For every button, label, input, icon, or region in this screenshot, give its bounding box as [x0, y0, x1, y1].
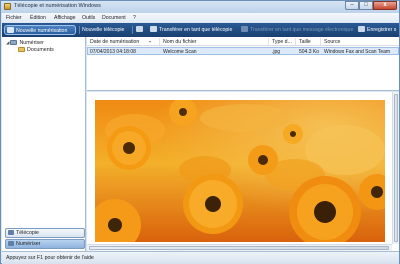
cell-filename: Welcome Scan — [163, 49, 197, 55]
cell-date: 07/04/2013 04:18:08 — [90, 49, 136, 55]
status-text: Appuyez sur F1 pour obtenir de l'aide — [6, 255, 94, 261]
scanner-icon — [7, 27, 14, 33]
cell-source: Windows Fax and Scan Team — [324, 49, 391, 55]
new-scan-button[interactable]: Nouvelle numérisation — [4, 25, 76, 35]
column-divider[interactable] — [295, 38, 296, 45]
tab-scan-label: Numériser — [16, 241, 41, 247]
column-header-type[interactable]: Type d... — [272, 39, 292, 45]
table-row[interactable]: 07/04/2013 04:18:08 Welcome Scan .jpg 50… — [87, 47, 399, 55]
toolbar-separator — [79, 26, 80, 34]
preview-image — [95, 100, 385, 242]
scan-folder-icon — [10, 40, 18, 45]
vertical-scrollbar[interactable] — [392, 92, 399, 244]
forward-as-fax-label: Transférer en tant que télécopie — [159, 27, 233, 33]
scrollbar-thumb[interactable] — [394, 94, 398, 242]
tab-fax-label: Télécopie — [16, 230, 39, 236]
scrollbar-thumb[interactable] — [89, 246, 389, 250]
print-button[interactable] — [136, 25, 145, 35]
horizontal-scrollbar[interactable] — [87, 244, 392, 251]
flower-photo — [95, 100, 385, 242]
app-window: Télécopie et numérisation Windows – □ x … — [0, 0, 400, 264]
column-divider[interactable] — [268, 38, 269, 45]
list-header: Date de numérisation ▾ Nom du fichier Ty… — [87, 37, 399, 46]
email-forward-icon — [241, 26, 248, 32]
column-header-date[interactable]: Date de numérisation — [90, 39, 139, 45]
column-divider[interactable] — [159, 38, 160, 45]
maximize-button[interactable]: □ — [359, 1, 373, 10]
column-header-source[interactable]: Source — [324, 39, 340, 45]
column-header-size[interactable]: Taille — [299, 39, 311, 45]
collapse-arrow-icon[interactable]: ◢ — [6, 40, 9, 46]
tree-item-scan-label: Numériser — [19, 40, 44, 46]
scanner-icon — [8, 241, 14, 246]
save-icon — [358, 26, 365, 32]
cell-size: 504.3 Ko — [299, 49, 320, 55]
forward-as-email-button[interactable]: Transférer en tant que message électroni… — [241, 25, 353, 35]
save-as-label: Enregistrer s — [367, 27, 397, 33]
menu-file[interactable]: Fichier — [6, 15, 22, 21]
menu-tools[interactable]: Outils — [82, 15, 95, 21]
new-fax-button[interactable]: Nouvelle télécopie — [82, 25, 124, 35]
toolbar-separator — [132, 26, 133, 34]
menu-bar: Fichier Édition Affichage Outils Documen… — [2, 13, 399, 22]
tree-item-documents-label: Documents — [27, 47, 54, 53]
tab-scan[interactable]: Numériser — [5, 239, 85, 249]
scan-list: Date de numérisation ▾ Nom du fichier Ty… — [87, 37, 399, 91]
sort-arrow-icon: ▾ — [149, 39, 152, 44]
column-divider[interactable] — [320, 38, 321, 45]
save-as-button[interactable]: Enregistrer s — [358, 25, 396, 35]
fax-icon — [8, 230, 14, 235]
mode-tabs: Télécopie Numériser — [2, 227, 86, 251]
cell-type: .jpg — [272, 49, 281, 55]
fax-forward-icon — [150, 26, 157, 32]
folder-icon — [18, 47, 25, 52]
menu-edit[interactable]: Édition — [30, 15, 46, 21]
title-bar[interactable]: Télécopie et numérisation Windows – □ x — [1, 1, 399, 13]
new-scan-label: Nouvelle numérisation — [16, 28, 68, 34]
forward-as-email-label: Transférer en tant que message électroni… — [250, 27, 354, 33]
tab-fax[interactable]: Télécopie — [5, 228, 85, 238]
printer-icon — [136, 26, 143, 32]
fax-scan-app-icon — [4, 3, 11, 10]
tree-item-documents[interactable]: Documents — [18, 47, 54, 53]
window-title: Télécopie et numérisation Windows — [14, 3, 101, 9]
menu-help[interactable]: ? — [133, 15, 136, 21]
toolbar: Nouvelle numérisation Nouvelle télécopie… — [2, 23, 399, 37]
minimize-button[interactable]: – — [345, 1, 359, 10]
menu-document[interactable]: Document — [102, 15, 126, 21]
menu-view[interactable]: Affichage — [54, 15, 76, 21]
status-bar: Appuyez sur F1 pour obtenir de l'aide — [2, 251, 399, 264]
image-preview — [87, 92, 399, 251]
close-button[interactable]: x — [373, 1, 397, 10]
folder-pane: ◢ Numériser Documents — [2, 37, 86, 251]
column-header-filename[interactable]: Nom du fichier — [163, 39, 196, 45]
new-fax-label: Nouvelle télécopie — [82, 27, 125, 33]
forward-as-fax-button[interactable]: Transférer en tant que télécopie — [150, 25, 232, 35]
tree-item-scan[interactable]: ◢ Numériser — [6, 40, 44, 46]
